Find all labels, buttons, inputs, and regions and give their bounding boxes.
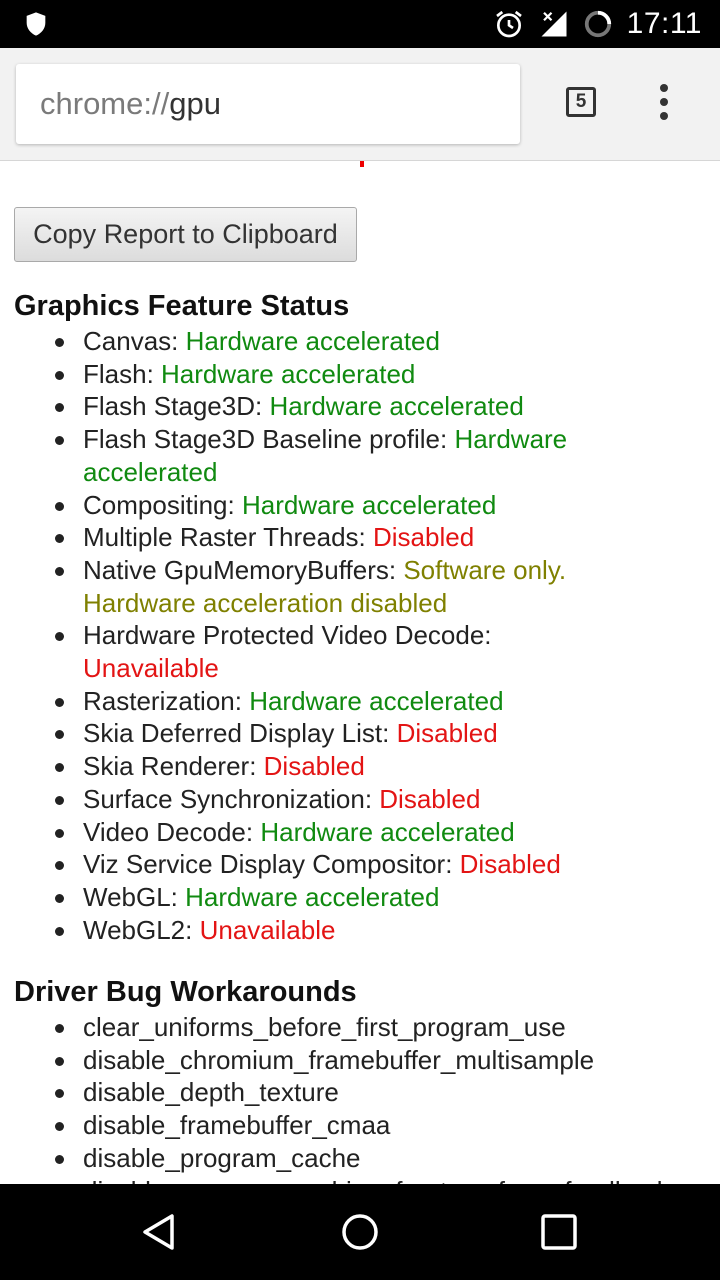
workaround-item: clear_uniforms_before_first_program_use <box>0 1011 720 1044</box>
feature-status-item: Flash: Hardware accelerated <box>0 358 720 391</box>
feature-status-item: Viz Service Display Compositor: Disabled <box>0 848 720 881</box>
feature-status: Disabled <box>459 849 561 880</box>
feature-status-item: WebGL2: Unavailable <box>0 914 720 947</box>
feature-name: Flash Stage3D: <box>83 391 270 422</box>
feature-name: WebGL2: <box>83 914 200 945</box>
feature-name: Flash: <box>83 358 162 389</box>
url-bar[interactable]: chrome://gpu <box>16 64 520 144</box>
feature-status: Disabled <box>263 751 365 782</box>
feature-name: Multiple Raster Threads: <box>83 522 373 553</box>
feature-status: Disabled <box>372 522 475 553</box>
home-icon[interactable] <box>340 1212 380 1252</box>
workaround-item: disable_framebuffer_cmaa <box>0 1109 720 1142</box>
feature-status-item: Rasterization: Hardware accelerated <box>0 685 720 718</box>
feature-status-item: Hardware Protected Video Decode: Unavail… <box>0 619 720 684</box>
sync-icon <box>584 10 611 38</box>
feature-status: Hardware accelerated <box>260 816 515 847</box>
feature-name: Flash Stage3D Baseline profile: <box>83 424 455 455</box>
status-bar: 17:11 <box>0 0 720 48</box>
feature-status-item: Skia Renderer: Disabled <box>0 750 720 783</box>
feature-name: WebGL: <box>83 881 186 912</box>
feature-name: Compositing: <box>83 489 242 520</box>
workaround-item: disable_chromium_framebuffer_multisample <box>0 1044 720 1077</box>
url-scheme: chrome:// <box>40 86 170 121</box>
feature-status: Unavailable <box>83 653 219 684</box>
feature-name: Skia Renderer: <box>83 751 264 782</box>
feature-name: Hardware Protected Video Decode: <box>83 620 492 651</box>
feature-name: Rasterization: <box>83 685 250 716</box>
feature-status-item: Video Decode: Hardware accelerated <box>0 816 720 849</box>
graphics-feature-status-list: Canvas: Hardware accelerated Flash: Hardw… <box>0 325 720 946</box>
clock: 17:11 <box>626 7 702 40</box>
recents-icon[interactable] <box>541 1214 577 1250</box>
feature-status-item: Compositing: Hardware accelerated <box>0 489 720 522</box>
feature-status-item: Multiple Raster Threads: Disabled <box>0 521 720 554</box>
workaround-item: disable_depth_texture <box>0 1076 720 1109</box>
workaround-item: disable_program_cache <box>0 1142 720 1175</box>
feature-status-item: Surface Synchronization: Disabled <box>0 783 720 816</box>
page-content[interactable]: Copy Report to Clipboard Graphics Featur… <box>0 162 720 1184</box>
feature-status: Hardware accelerated <box>161 358 416 389</box>
feature-name: Native GpuMemoryBuffers: <box>83 554 404 585</box>
driver-bug-workarounds-heading: Driver Bug Workarounds <box>14 976 357 1008</box>
browser-toolbar: chrome://gpu 5 <box>0 48 720 161</box>
url-host: gpu <box>169 86 221 121</box>
feature-status-item: WebGL: Hardware accelerated <box>0 881 720 914</box>
graphics-feature-status-heading: Graphics Feature Status <box>14 290 350 322</box>
navigation-bar <box>0 1184 720 1280</box>
feature-name: Skia Deferred Display List: <box>83 718 397 749</box>
feature-status: Disabled <box>379 783 481 814</box>
feature-status: Hardware accelerated <box>185 881 440 912</box>
feature-name: Canvas: <box>83 326 186 356</box>
more-vert-icon[interactable] <box>654 84 674 124</box>
feature-status: Hardware accelerated <box>269 391 524 422</box>
feature-status: Hardware accelerated <box>249 685 504 716</box>
feature-status-item: Flash Stage3D Baseline profile: Hardware… <box>0 423 720 488</box>
feature-status: Unavailable <box>199 914 336 945</box>
workaround-item: disable_program_caching_for_transform_fe… <box>0 1175 720 1184</box>
feature-name: Video Decode: <box>83 816 261 847</box>
back-icon[interactable] <box>140 1212 180 1252</box>
feature-status: Hardware accelerated <box>185 326 440 356</box>
driver-bug-workarounds-list: clear_uniforms_before_first_program_use d… <box>0 1011 720 1184</box>
feature-status-item: Canvas: Hardware accelerated <box>0 325 720 358</box>
tab-switcher-button[interactable]: 5 <box>566 87 596 117</box>
alarm-icon <box>495 10 522 38</box>
feature-name: Viz Service Display Compositor: <box>83 849 460 880</box>
feature-status-item: Flash Stage3D: Hardware accelerated <box>0 390 720 423</box>
feature-status: Hardware accelerated <box>241 489 497 520</box>
signal-icon <box>541 11 567 37</box>
copy-report-button[interactable]: Copy Report to Clipboard <box>14 207 357 262</box>
feature-status: Disabled <box>396 718 498 749</box>
feature-status-item: Skia Deferred Display List: Disabled <box>0 717 720 750</box>
shield-icon <box>26 12 46 36</box>
feature-status-item: Native GpuMemoryBuffers: Software only. … <box>0 554 720 619</box>
feature-name: Surface Synchronization: <box>83 783 380 814</box>
